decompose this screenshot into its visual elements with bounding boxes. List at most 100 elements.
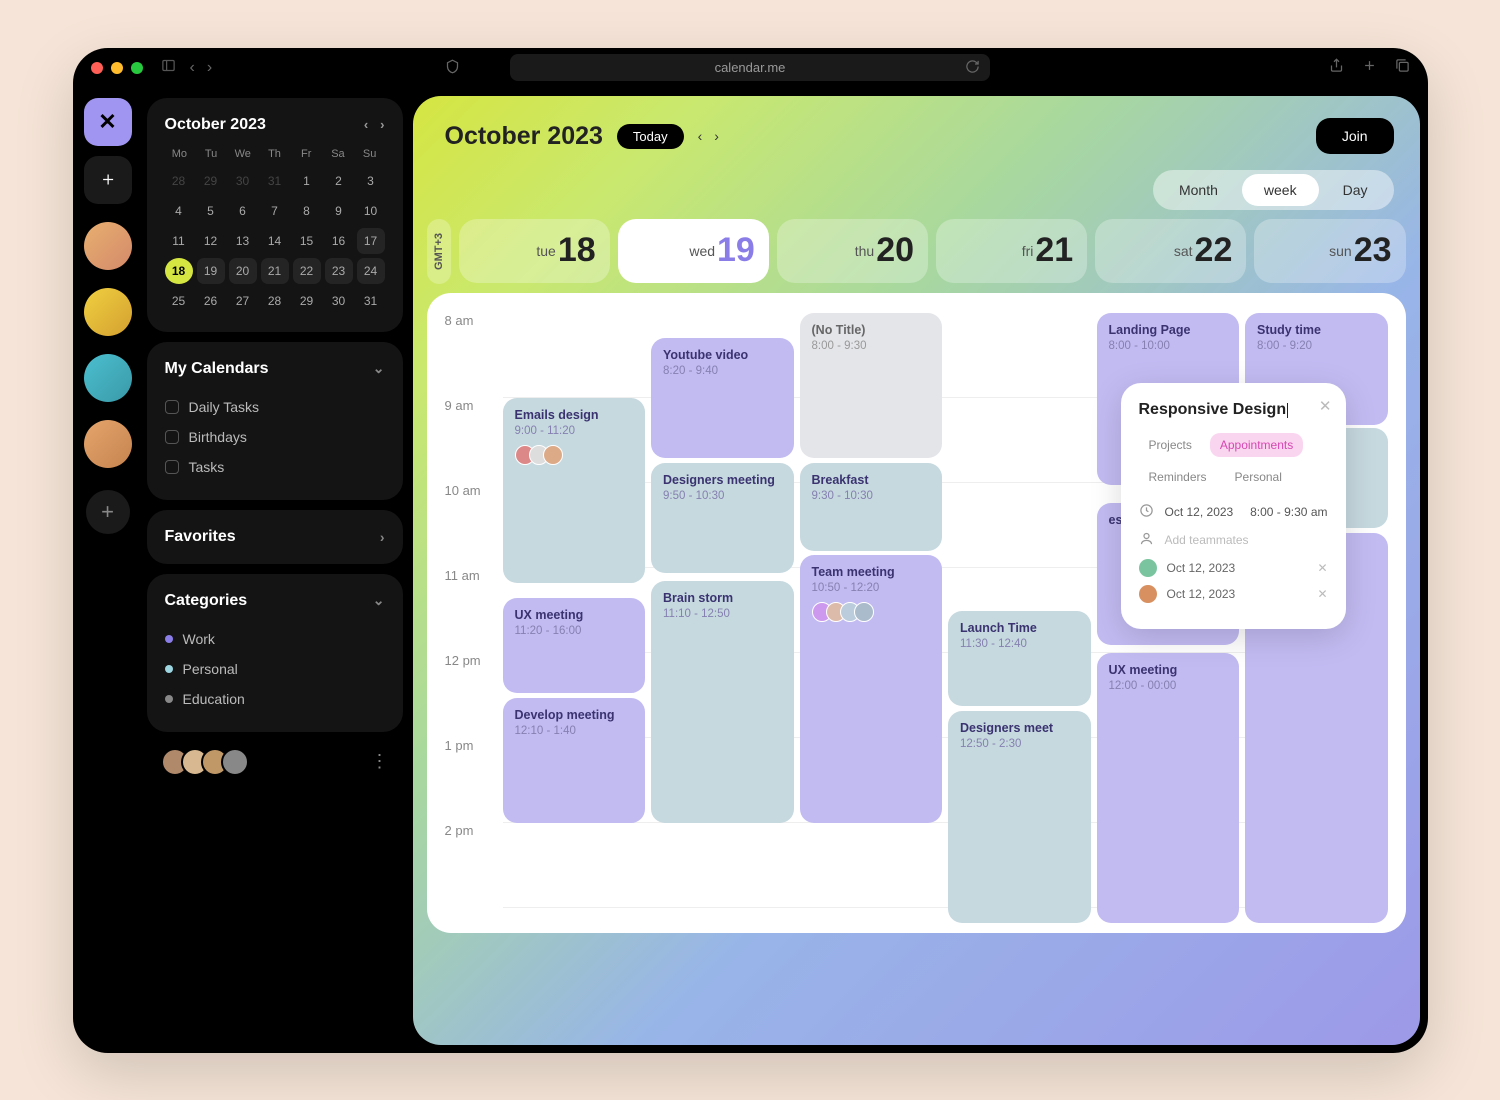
favorites-panel[interactable]: Favorites› xyxy=(147,510,403,564)
cal-day[interactable]: 25 xyxy=(165,288,193,314)
day-box[interactable]: tue18 xyxy=(459,219,610,284)
event-card[interactable]: Emails design9:00 - 11:20 xyxy=(503,398,646,583)
tabs-icon[interactable] xyxy=(1395,58,1410,78)
cal-day[interactable]: 14 xyxy=(261,228,289,254)
event-card[interactable]: Designers meeting9:50 - 10:30 xyxy=(651,463,794,573)
cal-day[interactable]: 28 xyxy=(261,288,289,314)
cal-day[interactable]: 13 xyxy=(229,228,257,254)
calendar-item[interactable]: Birthdays xyxy=(165,422,385,452)
share-icon[interactable] xyxy=(1329,58,1344,78)
category-item[interactable]: Work xyxy=(165,624,385,654)
cal-day[interactable]: 9 xyxy=(325,198,353,224)
cal-day[interactable]: 5 xyxy=(197,198,225,224)
checkbox-icon[interactable] xyxy=(165,400,179,414)
close-icon[interactable] xyxy=(91,62,103,74)
event-card[interactable]: UX meeting11:20 - 16:00 xyxy=(503,598,646,693)
cal-day[interactable]: 8 xyxy=(293,198,321,224)
more-icon[interactable]: ⋮ xyxy=(371,751,389,772)
day-box[interactable]: wed19 xyxy=(618,219,769,284)
category-item[interactable]: Personal xyxy=(165,654,385,684)
plus-icon[interactable] xyxy=(1362,58,1377,78)
cal-day[interactable]: 31 xyxy=(261,168,289,194)
cal-day[interactable]: 11 xyxy=(165,228,193,254)
shield-icon[interactable] xyxy=(445,59,460,77)
tag-reminders[interactable]: Reminders xyxy=(1139,465,1217,489)
cal-day[interactable]: 3 xyxy=(357,168,385,194)
logo-button[interactable]: ✕ xyxy=(84,98,132,146)
event-card[interactable]: Youtube video8:20 - 9:40 xyxy=(651,338,794,458)
day-box[interactable]: sun23 xyxy=(1254,219,1405,284)
cal-day[interactable]: 19 xyxy=(197,258,225,284)
day-box[interactable]: thu20 xyxy=(777,219,928,284)
tag-appointments[interactable]: Appointments xyxy=(1210,433,1303,457)
popup-title[interactable]: Responsive Design xyxy=(1139,401,1328,419)
cal-day[interactable]: 26 xyxy=(197,288,225,314)
next-week-icon[interactable]: › xyxy=(714,128,719,144)
chevron-down-icon[interactable]: ⌄ xyxy=(373,592,385,609)
maximize-icon[interactable] xyxy=(131,62,143,74)
cal-day[interactable]: 22 xyxy=(293,258,321,284)
add-teammates[interactable]: Add teammates xyxy=(1139,531,1328,549)
remove-icon[interactable]: ✕ xyxy=(1317,587,1327,601)
close-icon[interactable]: ✕ xyxy=(1319,397,1332,415)
forward-icon[interactable]: › xyxy=(207,59,212,77)
event-card[interactable]: UX meeting12:00 - 00:00 xyxy=(1097,653,1240,923)
view-week[interactable]: week xyxy=(1242,174,1319,206)
cal-day[interactable]: 31 xyxy=(357,288,385,314)
cal-day[interactable]: 6 xyxy=(229,198,257,224)
cal-day[interactable]: 29 xyxy=(197,168,225,194)
checkbox-icon[interactable] xyxy=(165,460,179,474)
view-month[interactable]: Month xyxy=(1157,174,1240,206)
cal-day[interactable]: 7 xyxy=(261,198,289,224)
avatar[interactable] xyxy=(84,354,132,402)
chevron-down-icon[interactable]: ⌄ xyxy=(373,360,385,377)
cal-day[interactable]: 15 xyxy=(293,228,321,254)
cal-day[interactable]: 27 xyxy=(229,288,257,314)
cal-day[interactable]: 1 xyxy=(293,168,321,194)
cal-day[interactable]: 30 xyxy=(229,168,257,194)
calendar-item[interactable]: Daily Tasks xyxy=(165,392,385,422)
sidebar-toggle-icon[interactable] xyxy=(161,58,176,78)
cal-day[interactable]: 2 xyxy=(325,168,353,194)
cal-day[interactable]: 23 xyxy=(325,258,353,284)
avatar[interactable] xyxy=(84,288,132,336)
cal-day[interactable]: 12 xyxy=(197,228,225,254)
event-card[interactable]: Develop meeting12:10 - 1:40 xyxy=(503,698,646,823)
view-day[interactable]: Day xyxy=(1321,174,1390,206)
prev-month-icon[interactable]: ‹ xyxy=(364,117,368,132)
cal-day[interactable]: 24 xyxy=(357,258,385,284)
next-month-icon[interactable]: › xyxy=(380,117,384,132)
reload-icon[interactable] xyxy=(965,59,980,77)
cal-day[interactable]: 17 xyxy=(357,228,385,254)
event-card[interactable]: Designers meet12:50 - 2:30 xyxy=(948,711,1091,923)
join-button[interactable]: Join xyxy=(1316,118,1394,154)
avatar[interactable] xyxy=(84,420,132,468)
cal-day[interactable]: 20 xyxy=(229,258,257,284)
cal-day[interactable]: 28 xyxy=(165,168,193,194)
add-user-button[interactable]: + xyxy=(86,490,130,534)
event-card[interactable]: (No Title)8:00 - 9:30 xyxy=(800,313,943,458)
minimize-icon[interactable] xyxy=(111,62,123,74)
category-item[interactable]: Education xyxy=(165,684,385,714)
cal-day[interactable]: 29 xyxy=(293,288,321,314)
event-card[interactable]: Brain storm11:10 - 12:50 xyxy=(651,581,794,823)
cal-day[interactable]: 30 xyxy=(325,288,353,314)
cal-day[interactable]: 10 xyxy=(357,198,385,224)
cal-day[interactable]: 21 xyxy=(261,258,289,284)
checkbox-icon[interactable] xyxy=(165,430,179,444)
event-card[interactable]: Team meeting10:50 - 12:20 xyxy=(800,555,943,823)
calendar-item[interactable]: Tasks xyxy=(165,452,385,482)
cal-day[interactable]: 18 xyxy=(165,258,193,284)
tag-projects[interactable]: Projects xyxy=(1139,433,1202,457)
day-box[interactable]: fri21 xyxy=(936,219,1087,284)
add-button[interactable] xyxy=(84,156,132,204)
prev-week-icon[interactable]: ‹ xyxy=(698,128,703,144)
tag-personal[interactable]: Personal xyxy=(1225,465,1292,489)
cal-day[interactable]: 16 xyxy=(325,228,353,254)
event-card[interactable]: Breakfast9:30 - 10:30 xyxy=(800,463,943,551)
back-icon[interactable]: ‹ xyxy=(190,59,195,77)
url-bar[interactable]: calendar.me xyxy=(510,54,990,81)
avatar-stack[interactable] xyxy=(161,748,249,776)
avatar[interactable] xyxy=(84,222,132,270)
event-card[interactable]: Launch Time11:30 - 12:40 xyxy=(948,611,1091,706)
